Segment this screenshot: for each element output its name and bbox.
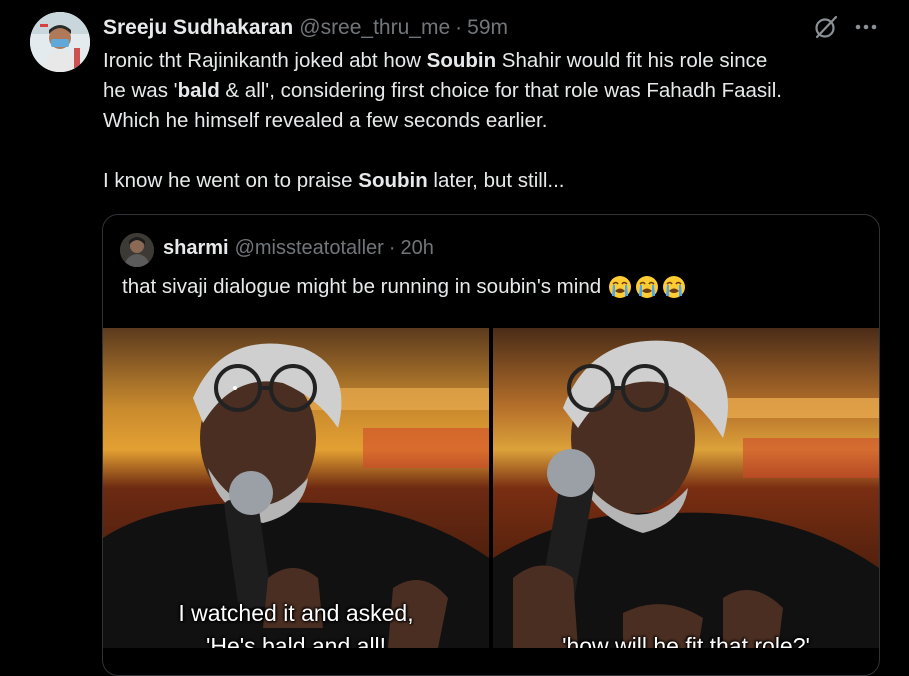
tweet-text: Ironic tht Rajinikanth joked abt how Sou… — [103, 46, 893, 196]
timestamp[interactable]: 59m — [467, 16, 508, 40]
loudly-crying-face-icon — [636, 276, 659, 298]
quoted-separator-dot: · — [388, 237, 396, 259]
highlighted-term: Soubin — [426, 49, 497, 72]
more-icon[interactable] — [855, 24, 877, 30]
quoted-avatar[interactable] — [120, 233, 154, 267]
grok-icon[interactable] — [814, 14, 840, 40]
video-frame-right — [493, 328, 879, 648]
quoted-tweet[interactable]: sharmi @missteatotaller · 20h that sivaj… — [102, 214, 880, 676]
tweet-text-line: Ironic tht Rajinikanth joked abt how Sou… — [103, 46, 893, 76]
quoted-timestamp[interactable]: 20h — [401, 237, 434, 260]
tweet-text-line: Which he himself revealed a few seconds … — [103, 106, 893, 136]
text-run: Ironic tht Rajinikanth joked abt how — [103, 49, 427, 72]
text-run: Which he himself revealed a few seconds … — [103, 109, 548, 132]
text-run: I know he went on to praise — [103, 169, 359, 192]
text-run: later, but still... — [427, 169, 565, 192]
media-image-left[interactable]: I watched it and asked, 'He's bald and a… — [103, 328, 489, 648]
quoted-text-row: that sivaji dialogue might be running in… — [122, 275, 686, 299]
quoted-display-name[interactable]: sharmi — [163, 237, 229, 260]
loudly-crying-face-icon — [663, 276, 686, 298]
quoted-avatar-image — [120, 233, 154, 267]
display-name[interactable]: Sreeju Sudhakaran — [103, 16, 293, 40]
media-grid: I watched it and asked, 'He's bald and a… — [103, 328, 879, 648]
highlighted-term: Soubin — [358, 169, 428, 192]
text-run: Shahir would fit his role since — [496, 49, 768, 72]
quoted-header: sharmi @missteatotaller · 20h — [163, 237, 434, 260]
media-image-right[interactable]: 'how will he fit that role?' — [493, 328, 879, 648]
handle[interactable]: @sree_thru_me — [299, 16, 450, 40]
avatar-image — [30, 12, 90, 72]
text-run: & all', considering first choice for tha… — [219, 79, 782, 102]
loudly-crying-face-icon — [609, 276, 632, 298]
text-run: he was ' — [103, 79, 178, 102]
highlighted-term: bald — [177, 79, 220, 102]
quoted-text: that sivaji dialogue might be running in… — [122, 275, 602, 298]
quoted-handle[interactable]: @missteatotaller — [235, 237, 384, 260]
separator-dot: · — [455, 16, 463, 39]
avatar[interactable] — [30, 12, 90, 72]
emoji-row — [605, 275, 686, 299]
tweet: Sreeju Sudhakaran @sree_thru_me · 59m Ir… — [0, 0, 909, 676]
tweet-text-line: he was 'bald & all', considering first c… — [103, 76, 893, 106]
caption-left-line1: I watched it and asked, — [178, 600, 414, 626]
tweet-text-line: I know he went on to praise Soubin later… — [103, 166, 893, 196]
tweet-header: Sreeju Sudhakaran @sree_thru_me · 59m — [103, 14, 508, 42]
